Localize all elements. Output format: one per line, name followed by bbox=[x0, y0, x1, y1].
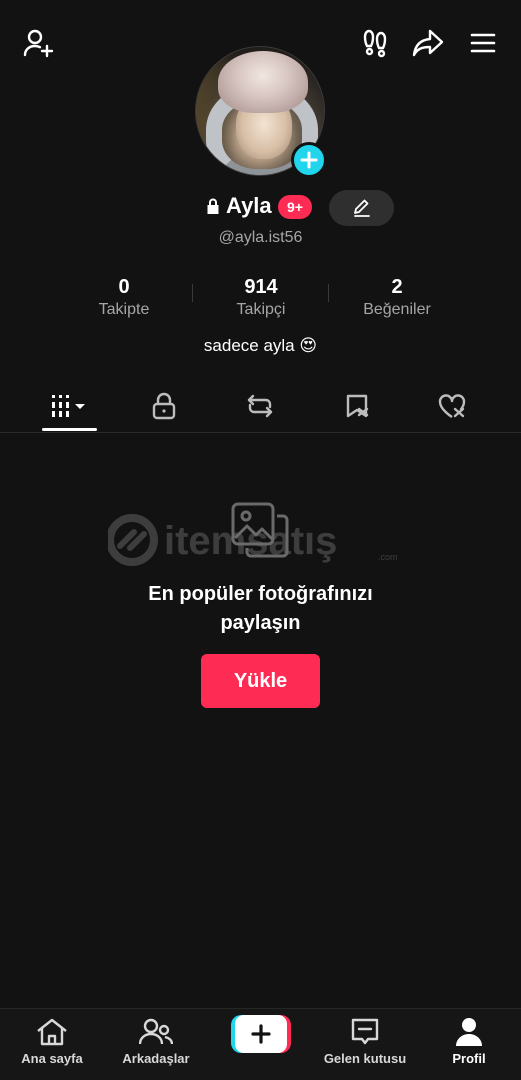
notification-badge[interactable]: 9+ bbox=[278, 195, 312, 219]
menu-icon bbox=[470, 33, 496, 53]
display-name-group: Ayla bbox=[205, 193, 272, 219]
nav-inbox[interactable]: Gelen kutusu bbox=[313, 1017, 417, 1077]
nav-label: Gelen kutusu bbox=[323, 1051, 407, 1066]
add-friend-button[interactable] bbox=[21, 26, 55, 60]
tab-liked[interactable] bbox=[422, 386, 482, 426]
stat-value: 0 bbox=[118, 276, 130, 298]
stat-label: Takipte bbox=[98, 301, 150, 318]
stat-value: 914 bbox=[244, 276, 278, 298]
lock-icon bbox=[152, 392, 176, 420]
nav-label: Profil bbox=[452, 1051, 486, 1066]
stat-followers[interactable]: 914 Takipçi bbox=[201, 276, 321, 319]
nav-label: Ana sayfa bbox=[21, 1051, 83, 1066]
inbox-icon bbox=[351, 1018, 379, 1045]
empty-state-message: En popüler fotoğrafınızı paylaşın bbox=[0, 580, 521, 638]
footprints-button[interactable] bbox=[358, 26, 392, 60]
plus-icon bbox=[300, 151, 318, 169]
tab-divider bbox=[0, 432, 521, 433]
photo-placeholder-icon bbox=[231, 502, 289, 558]
stat-label: Beğeniler bbox=[363, 301, 431, 318]
profile-avatar[interactable] bbox=[195, 46, 327, 178]
empty-state-line1: En popüler fotoğrafınızı bbox=[148, 583, 373, 605]
profile-name-row: Ayla 9+ bbox=[0, 190, 521, 226]
tab-reposts[interactable] bbox=[230, 386, 290, 426]
display-name: Ayla bbox=[226, 193, 272, 218]
footprints-icon bbox=[363, 29, 387, 58]
add-friend-icon bbox=[23, 29, 54, 58]
stat-following[interactable]: 0 Takipte bbox=[64, 276, 184, 319]
username: @ayla.ist56 bbox=[218, 229, 303, 246]
nav-friends[interactable]: Arkadaşlar bbox=[104, 1017, 208, 1077]
nav-label: Arkadaşlar bbox=[122, 1051, 190, 1066]
stat-divider bbox=[192, 284, 193, 302]
repost-icon bbox=[247, 394, 273, 418]
empty-state-line2: paylaşın bbox=[220, 612, 301, 634]
favorites-icon bbox=[346, 394, 369, 418]
private-lock-icon bbox=[207, 198, 219, 214]
create-plus-icon bbox=[251, 1024, 271, 1044]
pencil-icon bbox=[353, 199, 370, 217]
edit-profile-button[interactable] bbox=[329, 190, 394, 226]
active-tab-indicator bbox=[42, 428, 97, 431]
friends-icon bbox=[139, 1018, 173, 1045]
menu-button[interactable] bbox=[466, 26, 500, 60]
svg-text:.com: .com bbox=[378, 552, 398, 562]
nav-profile[interactable]: Profil bbox=[417, 1017, 521, 1077]
upload-button[interactable]: Yükle bbox=[201, 654, 320, 708]
add-story-button[interactable] bbox=[291, 142, 327, 178]
liked-icon bbox=[438, 394, 466, 419]
nav-home[interactable]: Ana sayfa bbox=[0, 1017, 104, 1077]
create-button[interactable] bbox=[231, 1015, 291, 1053]
profile-bio: sadece ayla 😍 bbox=[203, 336, 318, 355]
home-icon bbox=[37, 1018, 67, 1046]
share-icon bbox=[412, 29, 444, 57]
share-profile-button[interactable] bbox=[411, 26, 445, 60]
stat-label: Takipçi bbox=[236, 301, 286, 318]
stat-divider bbox=[328, 284, 329, 302]
tab-private[interactable] bbox=[134, 386, 194, 426]
profile-icon bbox=[456, 1018, 482, 1046]
tab-favorites[interactable] bbox=[327, 386, 387, 426]
stat-likes[interactable]: 2 Beğeniler bbox=[337, 276, 457, 319]
videos-grid-icon bbox=[52, 395, 85, 417]
create-button-face bbox=[235, 1015, 287, 1053]
stat-value: 2 bbox=[391, 276, 403, 298]
tab-videos[interactable] bbox=[40, 386, 100, 426]
